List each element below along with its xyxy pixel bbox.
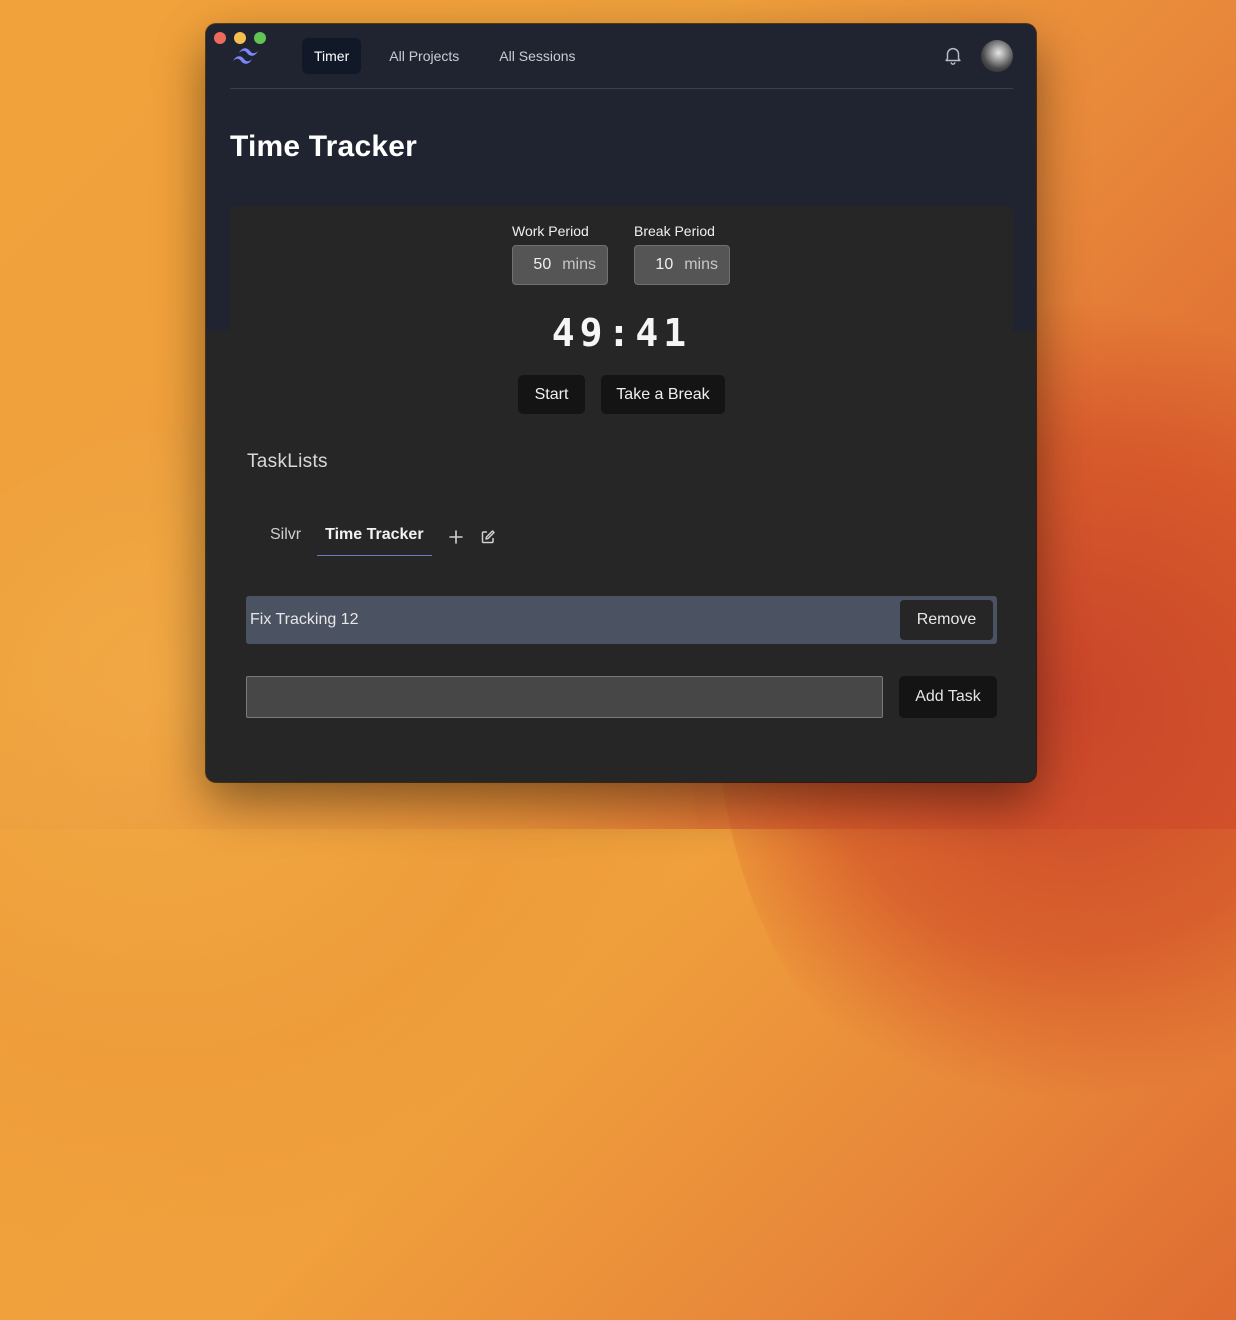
- break-period-group: Break Period 10 mins: [634, 223, 730, 285]
- zoom-window-button[interactable]: [254, 32, 266, 44]
- start-button[interactable]: Start: [518, 375, 585, 414]
- break-period-input[interactable]: 10 mins: [634, 245, 730, 285]
- edit-icon[interactable]: [479, 528, 497, 546]
- main-nav: Timer All Projects All Sessions: [302, 38, 588, 74]
- close-window-button[interactable]: [214, 32, 226, 44]
- window-controls: [214, 32, 266, 44]
- tasklist-tabs: Silvr Time Tracker: [262, 526, 504, 558]
- task-text: Fix Tracking 12: [250, 611, 359, 628]
- remove-task-button[interactable]: Remove: [900, 600, 993, 640]
- work-period-unit: mins: [562, 256, 596, 273]
- plus-icon[interactable]: [447, 528, 465, 546]
- bell-icon[interactable]: [942, 44, 964, 66]
- add-task-button[interactable]: Add Task: [899, 676, 997, 718]
- nav-timer[interactable]: Timer: [302, 38, 362, 74]
- nav-divider: [230, 88, 1013, 89]
- timer-display: 49:41: [551, 311, 692, 355]
- tab-silvr[interactable]: Silvr: [262, 526, 309, 554]
- timer-card: Work Period 50 mins Break Period 10 mins…: [230, 206, 1013, 766]
- user-avatar[interactable]: [981, 40, 1013, 72]
- task-row: Fix Tracking 12 Remove: [246, 596, 997, 644]
- break-period-label: Break Period: [634, 223, 715, 239]
- minimize-window-button[interactable]: [234, 32, 246, 44]
- break-period-value: 10: [655, 256, 674, 273]
- work-period-input[interactable]: 50 mins: [512, 245, 608, 285]
- take-break-button[interactable]: Take a Break: [601, 375, 725, 414]
- nav-all-sessions[interactable]: All Sessions: [487, 38, 587, 74]
- tasklists-heading: TaskLists: [247, 451, 328, 472]
- tailwind-logo-icon[interactable]: [230, 44, 264, 68]
- break-period-unit: mins: [684, 256, 718, 273]
- nav-all-projects[interactable]: All Projects: [377, 38, 471, 74]
- tab-time-tracker[interactable]: Time Tracker: [317, 526, 432, 556]
- work-period-label: Work Period: [512, 223, 589, 239]
- app-window: Timer All Projects All Sessions Time Tra…: [206, 24, 1036, 782]
- new-task-input[interactable]: [246, 676, 883, 718]
- work-period-value: 50: [533, 256, 552, 273]
- work-period-group: Work Period 50 mins: [512, 223, 608, 285]
- page-title: Time Tracker: [230, 130, 417, 163]
